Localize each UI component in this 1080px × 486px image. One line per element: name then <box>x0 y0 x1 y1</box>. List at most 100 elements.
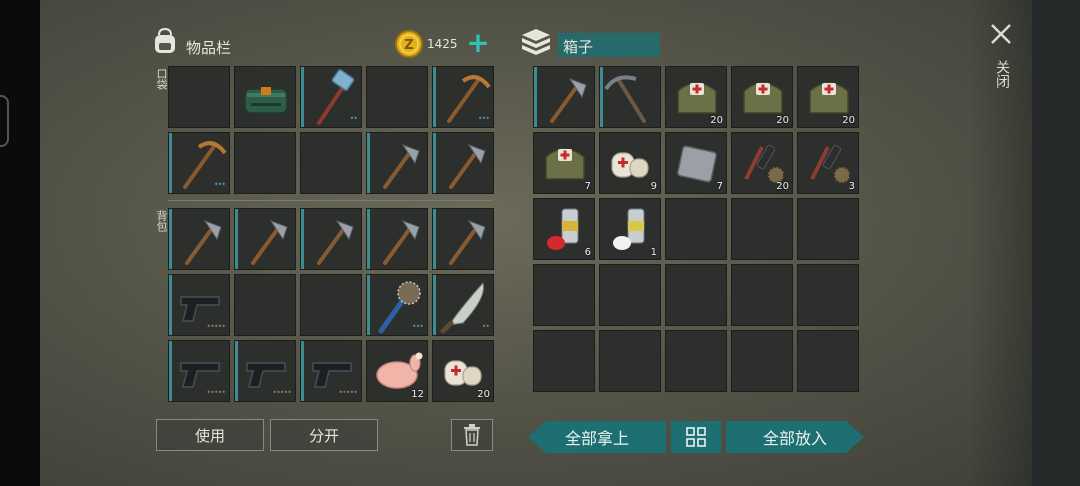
take-all-button[interactable]: 全部拿上 <box>528 421 666 453</box>
item-count: 1 <box>650 247 657 258</box>
item-count: 20 <box>477 389 490 400</box>
backpack-slot[interactable] <box>234 274 296 336</box>
chest-grid: 20 20 20 7 9 7 20 3 6 1 <box>533 66 861 400</box>
chest-slot[interactable] <box>599 264 661 326</box>
chest-slot[interactable]: 3 <box>797 132 859 194</box>
close-button[interactable]: 关闭 <box>984 22 1018 100</box>
pocket-slot[interactable]: ••• <box>168 132 230 194</box>
backpack-slot[interactable]: •• <box>432 274 494 336</box>
layout-toggle-button[interactable] <box>671 421 721 453</box>
backpack-slot[interactable]: ••••• <box>168 340 230 402</box>
chest-slot[interactable] <box>533 330 595 392</box>
backpack-slot[interactable] <box>366 208 428 270</box>
backpack-slot[interactable]: 20 <box>432 340 494 402</box>
put-all-button[interactable]: 全部放入 <box>726 421 864 453</box>
item-count: 6 <box>584 247 591 258</box>
chest-slot[interactable] <box>797 198 859 260</box>
chest-icon <box>522 29 550 55</box>
upgrade-dots: ••••• <box>206 322 226 331</box>
backpack-slot[interactable]: ••• <box>366 274 428 336</box>
backpack-slot[interactable] <box>300 208 362 270</box>
item-count: 7 <box>584 181 591 192</box>
backpack-slot[interactable] <box>234 208 296 270</box>
chest-slot[interactable] <box>533 66 595 128</box>
chest-slot[interactable] <box>599 66 661 128</box>
chest-slot[interactable] <box>665 330 727 392</box>
backpack-slot[interactable] <box>432 208 494 270</box>
backpack-slot[interactable]: ••••• <box>234 340 296 402</box>
chest-slot[interactable]: 20 <box>665 66 727 128</box>
chest-slot[interactable]: 7 <box>533 132 595 194</box>
game-screen: { "inventory": { "title": "物品栏", "coins"… <box>0 0 1080 486</box>
upgrade-dots: •• <box>349 114 359 123</box>
hatchet-icon <box>550 77 587 123</box>
pocket-slot[interactable] <box>366 132 428 194</box>
backpack-label: 背包 <box>155 210 168 232</box>
use-button[interactable]: 使用 <box>156 419 264 451</box>
upgrade-dots: ••• <box>213 180 226 189</box>
chest-slot[interactable] <box>797 264 859 326</box>
inventory-title: 物品栏 <box>186 39 232 57</box>
backpack-slot[interactable]: ••••• <box>168 274 230 336</box>
pocket-slot[interactable] <box>366 66 428 128</box>
chest-slot[interactable] <box>665 198 727 260</box>
grid-icon <box>686 427 706 447</box>
item-count: 20 <box>776 115 789 126</box>
take-all-label: 全部拿上 <box>564 429 629 448</box>
upgrade-dots: ••••• <box>272 388 292 397</box>
upgrade-dots: •• <box>481 322 491 331</box>
chest-slot[interactable] <box>599 330 661 392</box>
pocket-slot[interactable] <box>234 66 296 128</box>
item-count: 12 <box>411 389 424 400</box>
put-all-label: 全部放入 <box>762 429 827 448</box>
chest-slot[interactable]: 20 <box>797 66 859 128</box>
backpack-slot[interactable] <box>300 274 362 336</box>
section-divider <box>168 200 493 201</box>
backpack-slot[interactable]: ••••• <box>300 340 362 402</box>
coin-icon: Z <box>395 30 423 58</box>
side-handle <box>0 95 9 147</box>
chest-slot[interactable] <box>731 198 793 260</box>
hatchet-icon <box>317 219 354 265</box>
trash-icon <box>464 424 480 446</box>
coin-symbol: Z <box>404 38 413 53</box>
device-right-bezel <box>1032 0 1080 486</box>
pocket-slot[interactable]: •• <box>300 66 362 128</box>
chest-slot[interactable]: 20 <box>731 132 793 194</box>
chest-slot[interactable]: 6 <box>533 198 595 260</box>
chest-slot[interactable] <box>731 264 793 326</box>
pocket-slot[interactable] <box>432 132 494 194</box>
item-count: 20 <box>710 115 723 126</box>
dynamite-bundle-icon <box>244 87 288 114</box>
chest-slot[interactable] <box>533 264 595 326</box>
hatchet-icon <box>383 219 420 265</box>
chest-slot[interactable]: 9 <box>599 132 661 194</box>
close-label: 关闭 <box>994 60 1010 88</box>
chest-slot[interactable] <box>731 330 793 392</box>
upgrade-dots: ••••• <box>338 388 358 397</box>
pocket-slot[interactable] <box>168 66 230 128</box>
trash-button[interactable] <box>451 419 493 451</box>
item-count: 3 <box>848 181 855 192</box>
backpack-slot[interactable]: 12 <box>366 340 428 402</box>
hatchet-icon <box>383 143 420 189</box>
pocket-slot[interactable] <box>300 132 362 194</box>
split-button[interactable]: 分开 <box>270 419 378 451</box>
pocket-slot[interactable] <box>234 132 296 194</box>
upgrade-dots: ••••• <box>206 388 226 397</box>
chest-slot[interactable] <box>665 264 727 326</box>
chest-slot[interactable]: 1 <box>599 198 661 260</box>
chest-title: 箱子 <box>563 38 594 56</box>
backpack-slot[interactable] <box>168 208 230 270</box>
hatchet-icon <box>449 143 486 189</box>
add-coins-button[interactable]: + <box>466 29 490 58</box>
pocket-slot[interactable]: ••• <box>432 66 494 128</box>
coin-count: 1425 <box>427 37 458 51</box>
backpack-icon <box>155 27 175 53</box>
chest-slot[interactable] <box>797 330 859 392</box>
close-icon <box>991 24 1011 44</box>
upgrade-dots: ••• <box>477 114 490 123</box>
chest-slot[interactable]: 20 <box>731 66 793 128</box>
pocket-label: 口袋 <box>155 68 168 90</box>
chest-slot[interactable]: 7 <box>665 132 727 194</box>
